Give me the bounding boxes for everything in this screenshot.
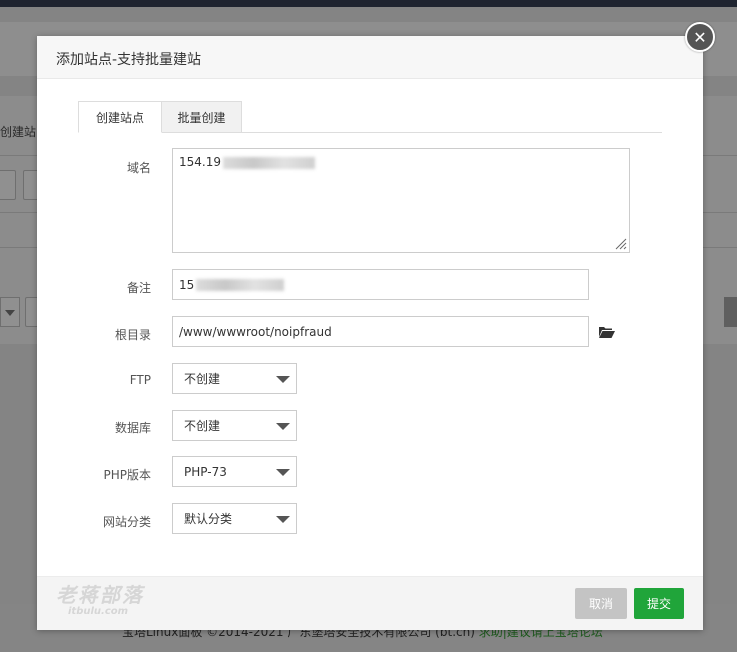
bg-page-select (0, 297, 20, 327)
remark-label: 备注 (126, 281, 151, 295)
site-category-select[interactable]: 默认分类 (172, 503, 297, 534)
chevron-down-icon (276, 376, 290, 383)
watermark-main-text: 老蒋部落 (56, 583, 144, 607)
ftp-selected: 不创建 (184, 372, 221, 386)
domain-label: 域名 (126, 161, 151, 175)
bg-create-site-tab: 创建站 (0, 125, 37, 139)
database-label: 数据库 (114, 421, 151, 435)
database-select[interactable]: 不创建 (172, 410, 297, 441)
dialog-tabs: 创建站点 批量创建 (78, 101, 662, 133)
bg-scrollbar-thumb (724, 297, 737, 327)
site-category-selected: 默认分类 (184, 512, 233, 526)
domain-value: 154.19 (179, 155, 221, 169)
submit-button[interactable]: 提交 (634, 588, 684, 619)
chevron-down-icon (276, 423, 290, 430)
cancel-button[interactable]: 取消 (575, 588, 627, 619)
php-version-label: PHP版本 (103, 468, 152, 482)
tab-create-site[interactable]: 创建站点 (78, 101, 162, 133)
domain-textarea[interactable]: 154.19 (172, 148, 630, 253)
app-top-bar (0, 0, 737, 7)
watermark-logo: 老蒋部落 itbulu.com (56, 584, 156, 624)
resize-handle-icon[interactable] (613, 236, 627, 250)
remark-value: 15 (179, 277, 195, 292)
root-dir-input[interactable]: /www/wwwroot/noipfraud (172, 316, 589, 347)
php-version-selected: PHP-73 (184, 464, 227, 479)
dialog-footer: 老蒋部落 itbulu.com 取消 提交 (37, 576, 703, 630)
site-category-label: 网站分类 (102, 515, 151, 529)
remark-input[interactable]: 15 (172, 269, 589, 300)
root-dir-value: /www/wwwroot/noipfraud (179, 324, 332, 339)
database-selected: 不创建 (184, 419, 221, 433)
dialog-title: 添加站点-支持批量建站 (56, 52, 202, 68)
dialog-header: 添加站点-支持批量建站 (37, 36, 703, 79)
watermark-sub-text: itbulu.com (68, 606, 129, 617)
ftp-select[interactable]: 不创建 (172, 363, 297, 394)
close-icon[interactable]: ✕ (685, 22, 715, 52)
redacted-text (223, 156, 315, 169)
folder-open-icon[interactable] (599, 326, 615, 338)
root-dir-label: 根目录 (114, 328, 151, 342)
ftp-label: FTP (129, 373, 151, 387)
bg-toolbar-button (0, 170, 16, 200)
redacted-text (196, 278, 285, 291)
chevron-down-icon (276, 516, 290, 523)
chevron-down-icon (276, 469, 290, 476)
tab-batch-create[interactable]: 批量创建 (162, 101, 242, 133)
php-version-select[interactable]: PHP-73 (172, 456, 297, 487)
add-site-dialog: 添加站点-支持批量建站 创建站点 批量创建 域名 154.19 备注 15 根目… (37, 36, 703, 630)
